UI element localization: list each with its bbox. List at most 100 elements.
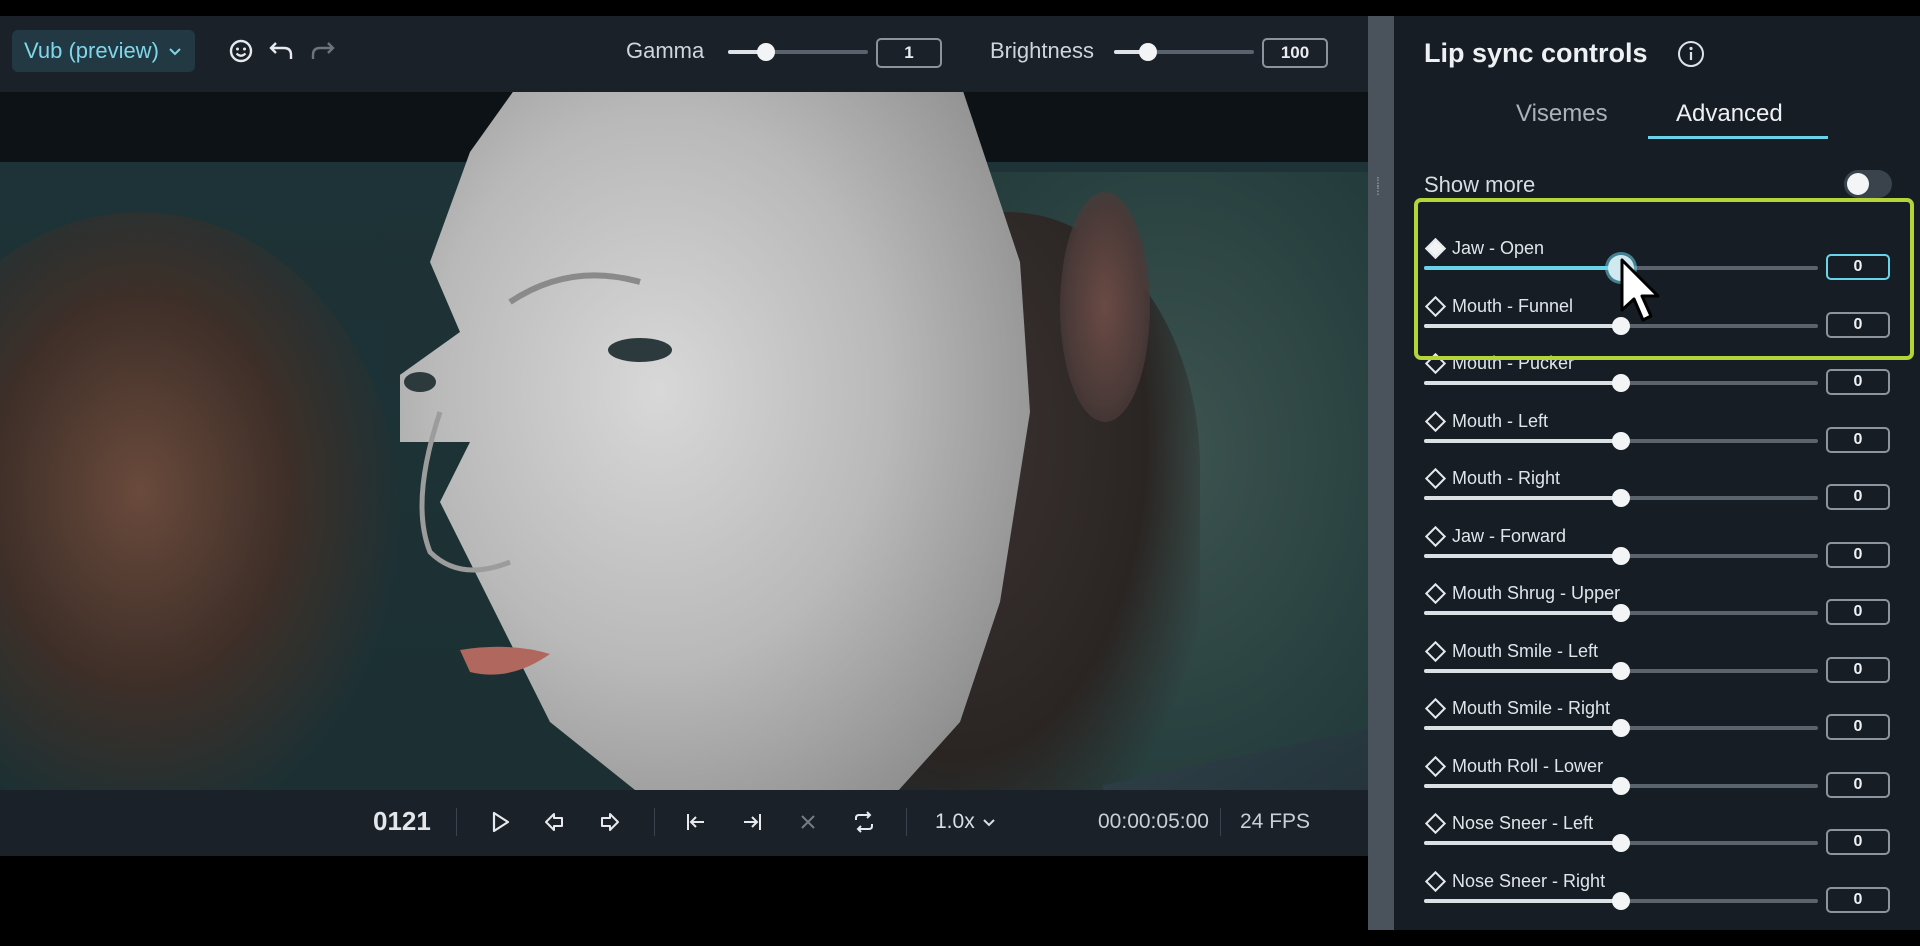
keyframe-icon[interactable] xyxy=(1424,812,1447,835)
control-value-field[interactable]: 0 xyxy=(1826,254,1890,280)
slider-knob[interactable] xyxy=(1612,719,1630,737)
control-value-field[interactable]: 0 xyxy=(1826,599,1890,625)
keyframe-icon[interactable] xyxy=(1424,467,1447,490)
gamma-value-field[interactable]: 1 xyxy=(876,38,942,68)
control-slider[interactable] xyxy=(1424,891,1818,910)
chevron-down-icon xyxy=(982,819,995,827)
slider-knob[interactable] xyxy=(1612,489,1630,507)
slider-knob[interactable] xyxy=(1612,374,1630,392)
keyframe-icon[interactable] xyxy=(1424,640,1447,662)
control-label: Mouth Shrug - Upper xyxy=(1452,583,1621,603)
control-slider[interactable] xyxy=(1424,374,1818,392)
gamma-slider[interactable] xyxy=(728,43,868,61)
brightness-slider[interactable] xyxy=(1114,43,1254,61)
control-value-field[interactable]: 0 xyxy=(1826,541,1890,568)
panel-resize-handle[interactable]: ⁞ ⁞ xyxy=(1368,16,1394,930)
control-label: Mouth - Right xyxy=(1452,468,1561,488)
control-slider[interactable] xyxy=(1424,776,1818,795)
control-row: Mouth Shrug - Upper 0 xyxy=(1394,582,1920,641)
slider-fill xyxy=(1424,496,1621,500)
slider-fill xyxy=(1424,726,1621,730)
gamma-slider-knob[interactable] xyxy=(756,43,775,61)
slider-knob[interactable] xyxy=(1612,661,1630,680)
control-value-field[interactable]: 0 xyxy=(1826,426,1890,453)
keyframe-icon[interactable] xyxy=(1424,352,1447,375)
jump-to-start-icon[interactable] xyxy=(680,806,712,838)
keyframe-icon[interactable] xyxy=(1424,582,1447,605)
control-value-field[interactable]: 0 xyxy=(1826,714,1890,740)
slider-knob[interactable] xyxy=(1612,604,1630,622)
control-slider[interactable] xyxy=(1424,489,1818,507)
workspace-label: Vub (preview) xyxy=(24,38,159,63)
play-icon[interactable] xyxy=(484,806,516,838)
control-value-field[interactable]: 0 xyxy=(1826,656,1890,683)
control-label: Mouth Smile - Left xyxy=(1452,640,1599,661)
control-slider[interactable] xyxy=(1424,431,1818,450)
drag-grip-icon: ⁞ ⁞ xyxy=(1376,174,1380,198)
keyframe-icon[interactable] xyxy=(1424,295,1447,317)
control-row: Mouth - Right 0 xyxy=(1394,467,1920,526)
control-label: Mouth Roll - Lower xyxy=(1452,755,1604,776)
step-back-icon[interactable] xyxy=(538,806,570,838)
viewer-toolbar: Vub (preview) Gamma 1 Brightness 100 xyxy=(0,16,1368,92)
keyframe-filled-icon[interactable] xyxy=(1424,237,1447,260)
keyframe-icon[interactable] xyxy=(1424,870,1447,892)
keyframe-icon[interactable] xyxy=(1424,697,1447,720)
slider-knob[interactable] xyxy=(1612,776,1630,795)
control-slider[interactable] xyxy=(1424,604,1818,622)
brightness-slider-knob[interactable] xyxy=(1138,43,1157,61)
slider-knob[interactable] xyxy=(1612,834,1630,852)
slider-knob[interactable] xyxy=(1612,891,1630,910)
control-label: Nose Sneer - Left xyxy=(1452,813,1594,833)
toggle-knob xyxy=(1847,173,1869,195)
slider-knob[interactable] xyxy=(1612,546,1630,565)
separator xyxy=(654,808,655,836)
keyframe-icon[interactable] xyxy=(1424,525,1447,547)
control-label: Nose Sneer - Right xyxy=(1452,870,1606,891)
keyframe-icon[interactable] xyxy=(1424,755,1447,777)
control-value-field[interactable]: 0 xyxy=(1826,311,1890,338)
control-row: Mouth - Pucker 0 xyxy=(1394,352,1920,411)
jump-to-end-icon[interactable] xyxy=(736,806,768,838)
tab-advanced[interactable]: Advanced xyxy=(1676,100,1783,128)
control-row: Jaw - Forward 0 xyxy=(1394,525,1920,584)
control-slider[interactable] xyxy=(1424,834,1818,852)
chevron-down-icon xyxy=(169,48,181,56)
control-row: Nose Sneer - Left 0 xyxy=(1394,812,1920,871)
control-slider[interactable] xyxy=(1424,546,1818,565)
control-value-field[interactable]: 0 xyxy=(1826,829,1890,855)
loop-icon[interactable] xyxy=(848,806,880,838)
control-row: Mouth Roll - Lower 0 xyxy=(1394,755,1920,814)
control-slider[interactable] xyxy=(1424,719,1818,737)
redo-icon[interactable] xyxy=(308,36,338,66)
info-icon[interactable] xyxy=(1676,39,1706,69)
frame-counter[interactable]: 0121 xyxy=(373,806,431,837)
slider-fill xyxy=(1424,611,1621,615)
control-slider[interactable] xyxy=(1424,661,1818,680)
brightness-value-field[interactable]: 100 xyxy=(1262,38,1328,68)
show-more-toggle[interactable] xyxy=(1844,170,1892,198)
control-value-field[interactable]: 0 xyxy=(1826,369,1890,395)
slider-fill xyxy=(1424,438,1621,443)
clear-icon[interactable] xyxy=(792,806,824,838)
slider-fill xyxy=(1424,266,1621,270)
tab-visemes[interactable]: Visemes xyxy=(1516,100,1608,128)
keyframe-icon[interactable] xyxy=(1424,410,1447,432)
playback-speed-dropdown[interactable]: 1.0x xyxy=(935,810,997,834)
control-label: Jaw - Open xyxy=(1452,238,1545,258)
gamma-label: Gamma xyxy=(626,38,705,63)
actor-ear xyxy=(1060,192,1150,422)
playback-speed-label: 1.0x xyxy=(935,810,975,833)
control-row: Nose Sneer - Right 0 xyxy=(1394,870,1920,929)
control-value-field[interactable]: 0 xyxy=(1826,484,1890,510)
workspace-dropdown[interactable]: Vub (preview) xyxy=(12,30,195,72)
slider-knob[interactable] xyxy=(1612,431,1630,450)
face-icon[interactable] xyxy=(226,36,256,66)
video-viewport[interactable] xyxy=(0,92,1368,790)
step-forward-icon[interactable] xyxy=(594,806,626,838)
slider-fill xyxy=(1424,323,1621,328)
control-value-field[interactable]: 0 xyxy=(1826,886,1890,913)
mouse-cursor-icon xyxy=(1620,258,1660,322)
control-value-field[interactable]: 0 xyxy=(1826,771,1890,798)
undo-icon[interactable] xyxy=(266,36,296,66)
